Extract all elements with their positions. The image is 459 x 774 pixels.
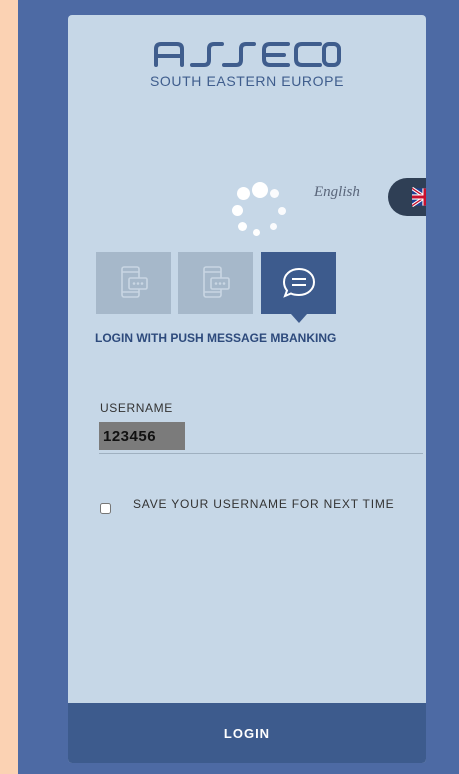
login-panel: SOUTH EASTERN EUROPE English ‹	[68, 15, 426, 763]
brand-logo: SOUTH EASTERN EUROPE	[68, 41, 426, 89]
language-selector[interactable]: ‹	[388, 178, 426, 216]
tab-login-method-1[interactable]	[96, 252, 171, 314]
tab-login-method-2[interactable]	[178, 252, 253, 314]
username-input[interactable]	[99, 422, 185, 450]
loading-spinner-icon	[230, 179, 290, 239]
chat-bubble-icon	[282, 267, 315, 298]
login-mode-title: LOGIN WITH PUSH MESSAGE MBANKING	[95, 331, 337, 345]
login-button[interactable]: LOGIN	[68, 703, 426, 763]
save-username-label[interactable]: SAVE YOUR USERNAME FOR NEXT TIME	[133, 498, 423, 511]
username-label: USERNAME	[100, 401, 173, 415]
uk-flag-icon	[412, 187, 426, 207]
asseco-logo-icon	[154, 42, 341, 67]
tab-push-message[interactable]	[261, 252, 336, 314]
app-frame: SOUTH EASTERN EUROPE English ‹	[18, 0, 459, 774]
language-label[interactable]: English	[314, 184, 360, 201]
phone-message-icon	[120, 266, 148, 298]
save-username-checkbox[interactable]	[100, 503, 111, 514]
brand-subtitle: SOUTH EASTERN EUROPE	[149, 73, 345, 89]
phone-message-icon	[202, 266, 230, 298]
active-tab-indicator	[291, 314, 307, 323]
username-underline	[99, 453, 423, 454]
